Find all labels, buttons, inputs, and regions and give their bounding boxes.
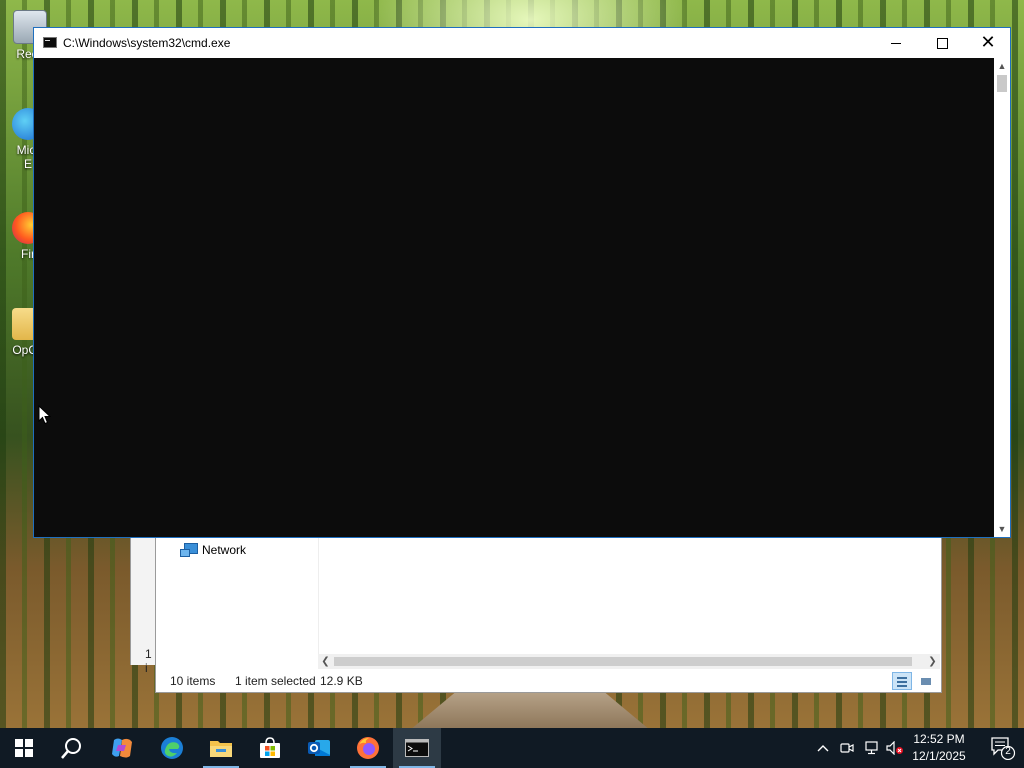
item-count: 10 items <box>170 674 216 688</box>
action-center-button[interactable]: 2 <box>990 736 1016 761</box>
selection-status: 1 item selected <box>235 674 316 688</box>
vertical-scrollbar[interactable]: ▲ ▼ <box>994 58 1010 537</box>
meet-now-button[interactable] <box>836 728 858 768</box>
status-bar: 10 items 1 item selected 12.9 KB <box>156 670 941 692</box>
chevron-up-icon <box>817 745 829 752</box>
nav-item-label: Network <box>202 543 247 557</box>
details-view-button[interactable] <box>892 672 912 690</box>
taskbar-outlook[interactable] <box>295 728 343 768</box>
windows-start-icon <box>15 739 33 757</box>
scroll-right-icon[interactable]: ❯ <box>925 654 940 669</box>
scrollbar-thumb[interactable] <box>334 657 912 666</box>
edge-icon <box>161 737 183 759</box>
mouse-cursor-icon <box>38 405 52 425</box>
console-icon <box>405 739 429 757</box>
volume-button[interactable] <box>884 728 906 768</box>
show-hidden-icons-button[interactable] <box>812 728 834 768</box>
close-icon: ✕ <box>980 32 996 52</box>
close-button[interactable]: ✕ <box>965 28 1011 58</box>
search-button[interactable] <box>48 728 96 768</box>
start-button[interactable] <box>0 728 48 768</box>
taskbar-clock[interactable]: 12:52 PM 12/1/2025 <box>904 731 974 765</box>
store-icon <box>260 737 280 758</box>
console-icon[interactable] <box>43 37 57 48</box>
taskbar-firefox[interactable] <box>344 728 392 768</box>
copilot-icon <box>112 738 132 758</box>
firefox-icon <box>357 737 379 759</box>
large-icons-view-button[interactable] <box>916 672 936 690</box>
network-icon <box>180 543 198 557</box>
cmd-window[interactable]: C:\Windows\system32\cmd.exe ✕ ▲ ▼ <box>33 27 1011 538</box>
meet-now-icon <box>840 743 854 753</box>
taskbar-edge[interactable] <box>148 728 196 768</box>
nav-item-network[interactable]: Network <box>180 543 246 557</box>
maximize-button[interactable] <box>919 28 965 58</box>
selection-size: 12.9 KB <box>320 674 363 688</box>
clock-date: 12/1/2025 <box>912 749 966 763</box>
taskbar-store[interactable] <box>246 728 294 768</box>
notification-count: 2 <box>1005 746 1011 757</box>
action-center-icon <box>991 737 1016 761</box>
file-explorer-window[interactable]: Network ❮ ❯ 10 items 1 item selected 12.… <box>155 537 942 693</box>
scrollbar-thumb[interactable] <box>997 75 1007 92</box>
minimize-icon <box>891 42 901 44</box>
taskbar-cmd[interactable] <box>393 728 441 768</box>
volume-muted-icon <box>886 741 903 755</box>
navigation-pane: Network <box>156 537 319 654</box>
minimize-button[interactable] <box>873 28 919 58</box>
clock-time: 12:52 PM <box>913 732 965 746</box>
cmd-titlebar[interactable]: C:\Windows\system32\cmd.exe ✕ <box>34 28 1010 58</box>
folder-icon <box>210 741 232 757</box>
maximize-icon <box>936 37 948 49</box>
window-title: C:\Windows\system32\cmd.exe <box>63 36 231 50</box>
network-icon <box>865 741 878 755</box>
scroll-down-icon[interactable]: ▼ <box>994 521 1010 537</box>
horizontal-scrollbar[interactable]: ❮ ❯ <box>318 654 940 669</box>
scroll-up-icon[interactable]: ▲ <box>994 58 1010 74</box>
scroll-left-icon[interactable]: ❮ <box>318 654 333 669</box>
explorer-window-fragment: 1 i <box>130 537 157 675</box>
taskbar-copilot[interactable] <box>98 728 146 768</box>
taskbar: 12:52 PM 12/1/2025 2 <box>0 728 1024 768</box>
outlook-icon <box>308 740 330 756</box>
console-output-area[interactable] <box>34 58 994 537</box>
search-icon <box>61 738 81 759</box>
network-tray-button[interactable] <box>860 728 882 768</box>
taskbar-file-explorer[interactable] <box>197 728 245 768</box>
